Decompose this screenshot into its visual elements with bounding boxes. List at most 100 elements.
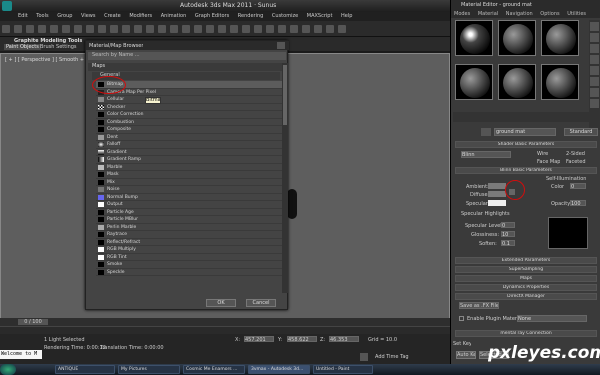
menu-tools[interactable]: Tools xyxy=(36,12,48,21)
list-item[interactable]: Camera Map Per Pixel xyxy=(96,89,282,96)
taskbar-item-3dsmax[interactable]: 3vmax - Autodesk 3d... xyxy=(248,365,310,374)
maps-rollout[interactable]: Maps xyxy=(455,275,597,282)
time-slider[interactable]: 0 / 100 xyxy=(0,318,450,326)
maxscript-listener[interactable]: Welcome to M xyxy=(0,350,42,359)
menu-options[interactable]: Options xyxy=(540,11,559,17)
y-coordinate[interactable]: 458.622 xyxy=(287,336,317,342)
sample-slot-5[interactable] xyxy=(498,64,536,100)
render-frame-icon[interactable] xyxy=(326,25,334,33)
maps-group-header[interactable]: Maps xyxy=(88,63,282,71)
save-fx-button[interactable]: Save as .FX File xyxy=(459,302,499,309)
menu-utilities[interactable]: Utilities xyxy=(567,11,586,17)
percent-snap-icon[interactable] xyxy=(194,25,202,33)
manipulate-icon[interactable] xyxy=(158,25,166,33)
list-item[interactable]: Cellular xyxy=(96,96,282,104)
x-coordinate[interactable]: 457.201 xyxy=(244,336,274,342)
menu-maxscript[interactable]: MAXScript xyxy=(307,12,333,21)
select-name-icon[interactable] xyxy=(74,25,82,33)
undo-icon[interactable] xyxy=(2,25,10,33)
list-item[interactable]: Gradient xyxy=(96,149,282,156)
track-bar[interactable] xyxy=(0,326,450,334)
menu-customize[interactable]: Customize xyxy=(272,12,298,21)
taskbar-item-my-pictures[interactable]: My Pictures xyxy=(118,365,180,374)
taskbar-item-browser[interactable]: Cosmic Me Enamors ... xyxy=(183,365,245,374)
list-item[interactable]: Reflect/Refract xyxy=(96,239,282,246)
ok-button[interactable]: OK xyxy=(206,299,236,307)
list-item[interactable]: Noise xyxy=(96,186,282,194)
list-item[interactable]: Color Correction xyxy=(96,111,282,119)
background-icon[interactable] xyxy=(590,44,599,53)
set-key-button[interactable]: Set Key xyxy=(453,341,471,349)
menu-edit[interactable]: Edit xyxy=(18,12,28,21)
frame-counter[interactable]: 0 / 100 xyxy=(18,319,48,325)
diffuse-swatch[interactable] xyxy=(488,191,506,197)
unlink-icon[interactable] xyxy=(38,25,46,33)
list-item[interactable]: Gradient Ramp xyxy=(96,156,282,164)
sample-slot-6[interactable] xyxy=(541,64,579,100)
dynamics-rollout[interactable]: Dynamics Properties xyxy=(455,284,597,291)
taskbar-item-antique[interactable]: ANTIQUE xyxy=(55,365,115,374)
list-item[interactable]: Mix xyxy=(96,179,282,186)
specular-swatch[interactable] xyxy=(488,200,506,206)
options-icon[interactable] xyxy=(590,88,599,97)
soften-value[interactable]: 0.1 xyxy=(501,240,515,246)
ambient-swatch[interactable] xyxy=(488,183,506,189)
bind-icon[interactable] xyxy=(50,25,58,33)
list-item[interactable]: Marble xyxy=(96,164,282,171)
mental-ray-rollout[interactable]: mental ray Connection xyxy=(455,330,597,337)
graphite-icon[interactable] xyxy=(266,25,274,33)
backlight-icon[interactable] xyxy=(590,33,599,42)
select-by-material-icon[interactable] xyxy=(590,99,599,108)
list-item[interactable]: Perlin Marble xyxy=(96,224,282,231)
menu-rendering[interactable]: Rendering xyxy=(238,12,264,21)
scrollbar-thumb[interactable] xyxy=(283,65,287,125)
schematic-icon[interactable] xyxy=(290,25,298,33)
sample-slot-3[interactable] xyxy=(541,20,579,56)
wire-option[interactable]: Wire xyxy=(537,151,548,157)
extended-parameters-rollout[interactable]: Extended Parameters xyxy=(455,257,597,264)
move-icon[interactable] xyxy=(98,25,106,33)
cancel-button[interactable]: Cancel xyxy=(246,299,276,307)
select-icon[interactable] xyxy=(62,25,70,33)
menu-modes[interactable]: Modes xyxy=(454,11,470,17)
redo-icon[interactable] xyxy=(14,25,22,33)
curve-editor-icon[interactable] xyxy=(278,25,286,33)
spinner-snap-icon[interactable] xyxy=(206,25,214,33)
sample-type-icon[interactable] xyxy=(590,22,599,31)
list-item[interactable]: Falloff xyxy=(96,141,282,149)
list-item[interactable]: Raytrace xyxy=(96,231,282,239)
self-illum-value[interactable]: 0 xyxy=(570,183,586,189)
plugin-dropdown[interactable]: None xyxy=(517,315,587,322)
sample-slot-2[interactable] xyxy=(498,20,536,56)
material-editor-icon[interactable] xyxy=(302,25,310,33)
faceted-option[interactable]: Faceted xyxy=(566,159,586,165)
tab-paint-objects[interactable]: Paint Objects xyxy=(4,44,41,50)
search-input[interactable]: Search by Name ... xyxy=(88,52,286,60)
menu-group[interactable]: Group xyxy=(57,12,72,21)
shader-dropdown[interactable]: Blinn xyxy=(461,151,511,158)
uv-tiling-icon[interactable] xyxy=(590,55,599,64)
list-item[interactable]: Particle MBlur xyxy=(96,216,282,224)
3dsmax-logo-icon[interactable] xyxy=(2,1,12,11)
material-type-button[interactable]: Standard xyxy=(564,128,598,136)
scene-object[interactable] xyxy=(287,189,297,219)
angle-snap-icon[interactable] xyxy=(182,25,190,33)
key-icon[interactable] xyxy=(360,353,368,361)
list-item[interactable]: Speckle xyxy=(96,269,282,276)
close-icon[interactable] xyxy=(277,42,285,49)
menu-navigation[interactable]: Navigation xyxy=(506,11,533,17)
list-item[interactable]: Composite xyxy=(96,126,282,134)
list-item[interactable]: Output xyxy=(96,201,282,209)
menu-material[interactable]: Material xyxy=(478,11,498,17)
list-item[interactable]: Normal Bump xyxy=(96,194,282,201)
menu-animation[interactable]: Animation xyxy=(161,12,187,21)
list-item[interactable]: Smoke xyxy=(96,261,282,269)
align-icon[interactable] xyxy=(242,25,250,33)
glossiness-value[interactable]: 10 xyxy=(501,231,515,237)
render-icon[interactable] xyxy=(338,25,346,33)
scale-icon[interactable] xyxy=(122,25,130,33)
list-item[interactable]: Mask xyxy=(96,171,282,179)
supersampling-rollout[interactable]: SuperSampling xyxy=(455,266,597,273)
list-item[interactable]: Dent xyxy=(96,134,282,141)
mirror-icon[interactable] xyxy=(230,25,238,33)
